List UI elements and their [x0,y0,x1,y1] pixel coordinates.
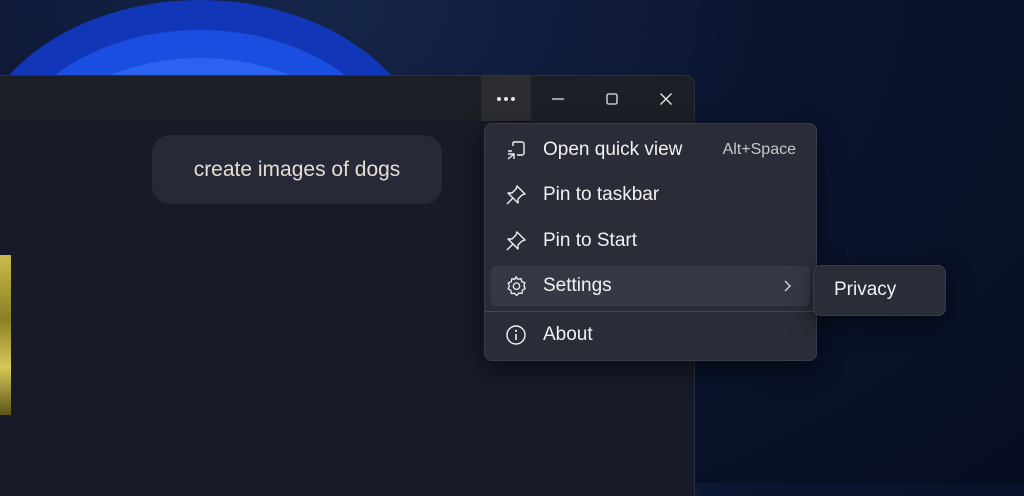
chevron-right-icon [784,280,791,292]
menu-item-label: About [543,324,593,345]
menu-item-pin-to-taskbar[interactable]: Pin to taskbar [491,175,810,215]
pin-icon [506,185,526,205]
more-horizontal-icon [497,96,515,101]
gear-icon [507,276,526,297]
shortcut-label: Alt+Space [722,141,796,158]
user-message-bubble: create images of dogs [152,135,442,204]
menu-item-label: Pin to taskbar [543,184,660,205]
menu-item-about[interactable]: About [491,315,810,355]
pin-icon [506,231,526,251]
menu-separator [485,311,816,312]
menu-item-open-quick-view[interactable]: Open quick view Alt+Space [491,130,810,170]
user-message-text: create images of dogs [193,157,401,181]
submenu-item-privacy[interactable]: Privacy [834,279,896,301]
close-icon [660,92,672,105]
menu-item-settings[interactable]: Settings [491,266,810,306]
image-thumbnail[interactable] [0,255,11,415]
quick-view-icon [507,141,525,160]
settings-submenu: Privacy [813,265,946,316]
minimize-icon [552,97,564,100]
menu-item-label: Settings [543,275,612,296]
maximize-button[interactable] [586,76,638,121]
context-menu: Open quick view Alt+Space Pin to taskbar… [484,123,817,361]
close-button[interactable] [640,76,692,121]
maximize-icon [606,92,618,105]
menu-item-pin-to-start[interactable]: Pin to Start [491,221,810,261]
menu-item-label: Open quick view [543,139,683,160]
minimize-button[interactable] [532,76,584,121]
menu-item-label: Pin to Start [543,230,637,251]
more-options-button[interactable] [481,76,531,121]
info-icon [506,325,526,345]
title-bar [0,76,694,121]
